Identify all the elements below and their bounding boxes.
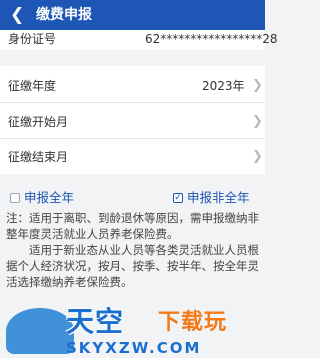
chevron-right-icon: ❯ [252, 78, 263, 93]
end-month-row[interactable]: 征缴结束月 ❯ [0, 139, 265, 174]
page-title: 缴费申报 [36, 7, 92, 23]
note-paragraph-1: 注：适用于离职、到龄退休等原因，需申报缴纳非整年度灵活就业人员养老保险费。 [6, 211, 259, 241]
start-month-row[interactable]: 征缴开始月 ❯ [0, 103, 265, 138]
start-month-label: 征缴开始月 [8, 115, 69, 129]
declaration-options: 申报全年 ✓ 申报非全年 [0, 188, 265, 208]
watermark-sub-text: 下载玩 [158, 310, 228, 335]
watermark-logo: 天空 下载玩 SKYXZW.COM [6, 306, 265, 358]
non-full-year-label: 申报非全年 [187, 190, 250, 205]
contribution-form: 征缴年度 2023年 ❯ 征缴开始月 ❯ 征缴结束月 ❯ [0, 66, 265, 174]
watermark-emblem-icon [6, 308, 74, 354]
non-full-year-option[interactable]: ✓ 申报非全年 [170, 188, 265, 208]
id-number-label: 身份证号 [8, 32, 57, 46]
id-number-value: 62*****************28 [145, 32, 278, 46]
note-paragraph-2: 适用于新业态从业人员等各类灵活就业人员根据个人经济状况，按月、按季、按半年、按全… [6, 243, 259, 289]
end-month-label: 征缴结束月 [8, 150, 69, 164]
chevron-right-icon: ❯ [252, 149, 263, 164]
year-selector-row[interactable]: 征缴年度 2023年 ❯ [0, 66, 265, 102]
year-value: 2023年 [202, 79, 245, 93]
watermark-main-text: 天空 [66, 305, 125, 338]
top-nav-bar: ❮ 缴费申报 [0, 0, 265, 30]
year-label: 征缴年度 [8, 79, 57, 93]
checkbox-unchecked-icon[interactable] [10, 193, 20, 203]
back-chevron-icon[interactable]: ❮ [10, 6, 26, 24]
watermark-domain-text: SKYXZW.COM [66, 339, 202, 357]
id-number-row: 身份证号 62*****************28 [0, 30, 278, 50]
chevron-right-icon: ❯ [252, 114, 263, 129]
full-year-label: 申报全年 [24, 190, 75, 205]
full-year-option[interactable]: 申报全年 [8, 188, 98, 208]
checkbox-checked-icon[interactable]: ✓ [173, 193, 183, 203]
